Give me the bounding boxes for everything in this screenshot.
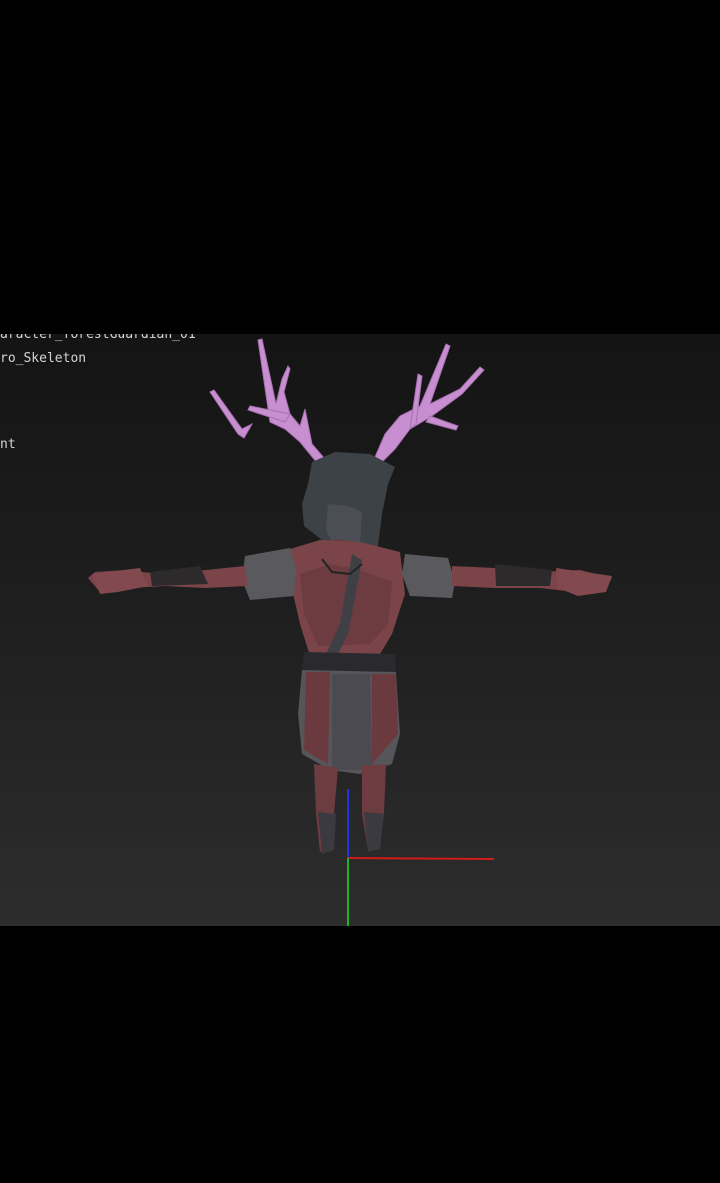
- left-pauldron: [242, 548, 296, 600]
- screen: aracter_forestGuardian_01 ro_Skeleton nt: [0, 0, 720, 1183]
- right-antler-tine-2: [425, 415, 459, 431]
- torso: [290, 540, 405, 658]
- outliner-item-character[interactable]: aracter_forestGuardian_01: [0, 334, 196, 342]
- right-boot: [364, 812, 384, 852]
- outliner-item-skeleton[interactable]: ro_Skeleton: [0, 352, 86, 366]
- skirt-panel-left: [304, 672, 330, 764]
- skirt-center: [332, 674, 372, 770]
- x-axis: [347, 857, 495, 860]
- lower-body: [298, 652, 400, 774]
- outliner-item-root[interactable]: nt: [0, 438, 16, 452]
- legs: [314, 764, 386, 854]
- 3d-viewport[interactable]: aracter_forestGuardian_01 ro_Skeleton nt: [0, 334, 720, 926]
- left-antler: [257, 338, 326, 465]
- right-hand: [556, 568, 612, 596]
- right-pauldron: [402, 554, 455, 598]
- antlers: [209, 338, 485, 465]
- right-wrist-wrap: [495, 564, 552, 586]
- scene-outliner: aracter_forestGuardian_01 ro_Skeleton nt: [0, 334, 240, 468]
- right-antler: [371, 343, 485, 465]
- left-wrist-wrap: [150, 566, 208, 586]
